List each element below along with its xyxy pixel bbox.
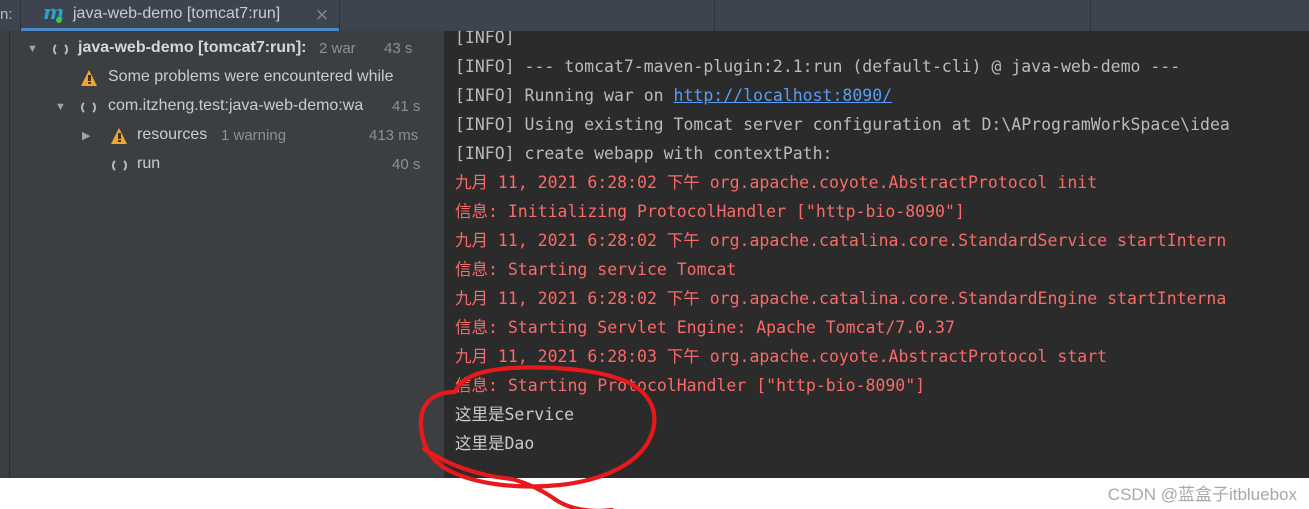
spinner-icon [81,100,96,115]
tree-row[interactable]: run 40 s [11,151,443,180]
console-line: 九月 11, 2021 6:28:02 下午 org.apache.coyote… [444,168,1309,197]
console-line: [INFO] [444,31,1309,52]
running-status-dot [56,17,62,23]
console-line-text: [INFO] --- tomcat7-maven-plugin:2.1:run … [455,57,1181,76]
chevron-down-icon[interactable] [27,43,39,55]
console-line-text: 信息: Initializing ProtocolHandler ["http-… [455,202,965,221]
console-line: [INFO] create webapp with contextPath: [444,139,1309,168]
tree-row[interactable]: resources 1 warning 413 ms [11,122,443,151]
console-line: 信息: Starting service Tomcat [444,255,1309,284]
console-line-text: [INFO] create webapp with contextPath: [455,144,833,163]
console-line-text: 九月 11, 2021 6:28:03 下午 org.apache.coyote… [455,347,1108,366]
tree-row-duration: 40 s [392,156,421,173]
tabstrip-divider-tab-end [339,0,340,31]
tree-row-label: com.itzheng.test:java-web-demo:wa [108,97,364,114]
tree-row-label: run [137,155,161,172]
tree-row[interactable]: com.itzheng.test:java-web-demo:wa 41 s [11,93,443,122]
console-line-text: 信息: Starting ProtocolHandler ["http-bio-… [455,376,926,395]
tab-title: java-web-demo [tomcat7:run] [73,5,281,22]
console-line: [INFO] --- tomcat7-maven-plugin:2.1:run … [444,52,1309,81]
console-line: 九月 11, 2021 6:28:02 下午 org.apache.catali… [444,284,1309,313]
tree-row-duration: 41 s [392,98,421,115]
console-line-text: 信息: Starting service Tomcat [455,260,737,279]
console-line-text: 九月 11, 2021 6:28:02 下午 org.apache.catali… [455,231,1227,250]
console-line-text: 这里是Service [455,405,575,424]
tabstrip-divider-mid [714,0,715,31]
console-line-text: 九月 11, 2021 6:28:02 下午 org.apache.catali… [455,289,1227,308]
console-line-text: [INFO] Running war on [455,86,674,105]
chevron-down-icon[interactable] [55,101,67,113]
console-line: 九月 11, 2021 6:28:03 下午 org.apache.coyote… [444,342,1309,371]
close-icon[interactable]: × [313,6,331,24]
tree-row-label: java-web-demo [tomcat7:run]: [78,39,307,56]
console-line-text: [INFO] Using existing Tomcat server conf… [455,115,1230,134]
tabstrip-divider-left [20,0,21,31]
csdn-watermark: CSDN @蓝盒子itbluebox [1107,485,1297,504]
warning-icon [111,128,128,144]
tree-row[interactable]: Some problems were encountered while [11,64,443,93]
console-output-panel[interactable]: [INFO] [INFO] --- tomcat7-maven-plugin:2.… [444,31,1309,478]
console-line: 信息: Initializing ProtocolHandler ["http-… [444,197,1309,226]
tool-window-label: n: [0,6,13,23]
warning-icon [81,70,98,86]
tree-row-label: Some problems were encountered while [108,68,394,85]
console-line-text: [INFO] [455,31,515,47]
ide-window: n: m java-web-demo [tomcat7:run] × java-… [0,0,1309,478]
console-text: [INFO] [INFO] --- tomcat7-maven-plugin:2.… [444,31,1309,458]
chevron-right-icon[interactable] [82,130,94,142]
tabstrip-divider-right [1090,0,1091,31]
tree-row-duration: 43 s [384,40,413,57]
console-line-text: 这里是Dao [455,434,535,453]
tab-java-web-demo[interactable]: m java-web-demo [tomcat7:run] × [33,0,339,31]
tree-row-detail: 1 warning [221,127,287,144]
maven-m-icon: m [43,0,65,24]
tool-window-gutter [0,31,10,478]
console-line: 信息: Starting Servlet Engine: Apache Tomc… [444,313,1309,342]
spinner-icon [112,158,127,173]
tree-row-duration: 413 ms [369,127,419,144]
console-line: [INFO] Using existing Tomcat server conf… [444,110,1309,139]
run-tool-window-tabstrip: n: m java-web-demo [tomcat7:run] × [0,0,1309,31]
console-line: 这里是Dao [444,429,1309,458]
spinner-icon [53,42,68,57]
console-line: 九月 11, 2021 6:28:02 下午 org.apache.catali… [444,226,1309,255]
tree-row-detail: 2 war [319,40,356,57]
console-line-text: 九月 11, 2021 6:28:02 下午 org.apache.coyote… [455,173,1098,192]
console-line: [INFO] Running war on http://localhost:8… [444,81,1309,110]
console-line: 这里是Service [444,400,1309,429]
build-output-tree[interactable]: java-web-demo [tomcat7:run]: 2 war 43 s Som… [11,31,443,478]
console-line-text: 信息: Starting Servlet Engine: Apache Tomc… [455,318,955,337]
tree-row-label: resources [137,126,208,143]
tree-row[interactable]: java-web-demo [tomcat7:run]: 2 war 43 s [11,35,443,64]
console-line: 信息: Starting ProtocolHandler ["http-bio-… [444,371,1309,400]
localhost-url-link[interactable]: http://localhost:8090/ [674,86,893,105]
